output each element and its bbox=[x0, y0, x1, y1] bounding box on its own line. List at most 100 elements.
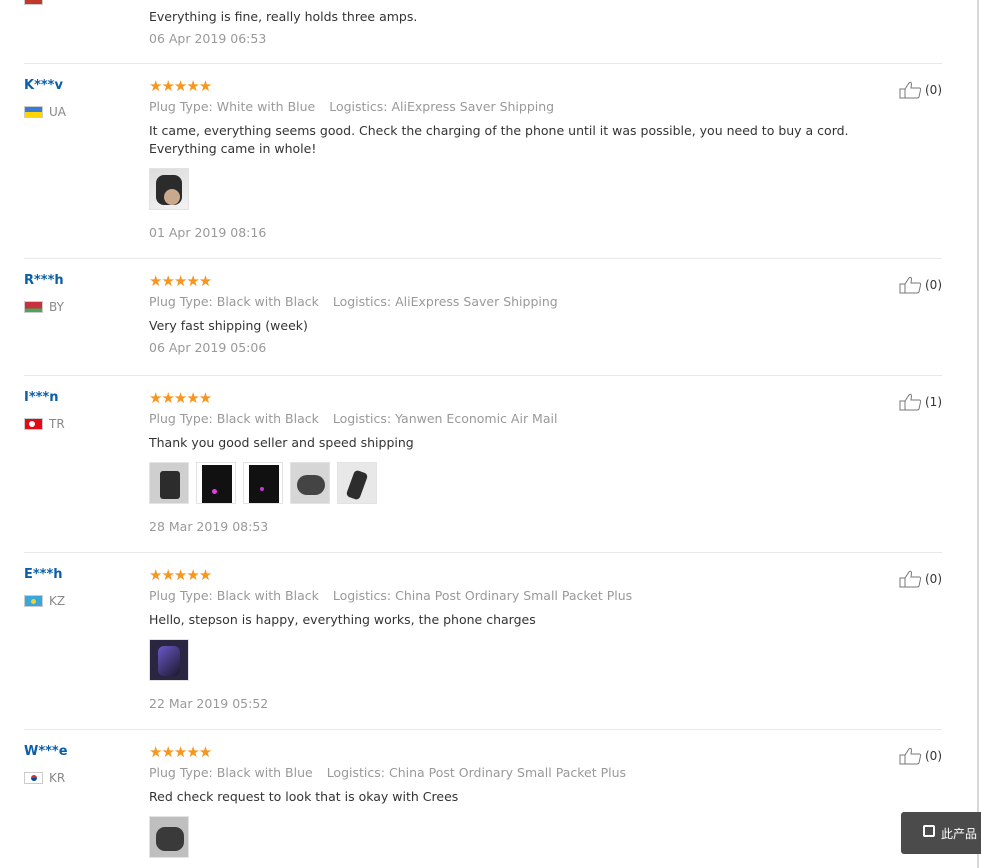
review-item: R***h BY ★★★★★ Plug Type: Black with Bla… bbox=[0, 259, 942, 376]
review-item: I***n TR ★★★★★ Plug Type: Black with Bla… bbox=[0, 376, 942, 553]
thumbs-up-icon bbox=[899, 570, 922, 588]
plug-type-value: Black with Black bbox=[216, 294, 319, 309]
rating-stars: ★★★★★ bbox=[149, 272, 212, 290]
rating-stars: ★★★★★ bbox=[149, 389, 212, 407]
review-photo[interactable] bbox=[243, 462, 283, 504]
review-text: Red check request to look that is okay w… bbox=[149, 789, 459, 804]
review-photo[interactable] bbox=[290, 462, 330, 504]
review-user-name[interactable]: I***n bbox=[24, 390, 59, 405]
review-country: KR bbox=[24, 771, 65, 785]
review-user-name[interactable]: E***h bbox=[24, 567, 63, 582]
rating-stars: ★★★★★ bbox=[149, 743, 212, 761]
review-country: KZ bbox=[24, 594, 65, 608]
review-photo[interactable] bbox=[149, 816, 189, 858]
page-edge bbox=[977, 0, 979, 868]
plug-type-value: Black with Black bbox=[216, 411, 319, 426]
review-text: It came, everything seems good. Check th… bbox=[149, 123, 849, 156]
review-country: TR bbox=[24, 417, 65, 431]
review-attributes: Plug Type: Black with Black Logistics: C… bbox=[149, 588, 902, 603]
plug-type-value: Black with Black bbox=[216, 588, 319, 603]
useful-button[interactable]: (0) bbox=[899, 570, 942, 588]
review-body: ★★★★★ Plug Type: Black with Blue Logisti… bbox=[149, 744, 902, 858]
review-date: 28 Mar 2019 08:53 bbox=[149, 519, 269, 534]
review-text: Very fast shipping (week) bbox=[149, 318, 308, 333]
review-country: UA bbox=[24, 105, 66, 119]
review-item: W***e KR ★★★★★ Plug Type: Black with Blu… bbox=[0, 730, 942, 868]
review-photos bbox=[149, 168, 902, 210]
rating-stars: ★★★★★ bbox=[149, 566, 212, 584]
plug-type-label: Plug Type: bbox=[149, 99, 213, 114]
reviews-feed: Everything is fine, really holds three a… bbox=[0, 0, 981, 868]
useful-count: (0) bbox=[925, 749, 942, 763]
review-date: 06 Apr 2019 05:06 bbox=[149, 340, 267, 355]
floating-tab-label: 此产品 bbox=[941, 826, 978, 841]
plug-type-label: Plug Type: bbox=[149, 765, 213, 780]
review-photo[interactable] bbox=[149, 168, 189, 210]
flag-ua-icon bbox=[24, 106, 43, 118]
review-photo[interactable] bbox=[337, 462, 377, 504]
plug-type-value: Black with Blue bbox=[216, 765, 313, 780]
logistics-value: China Post Ordinary Small Packet Plus bbox=[395, 588, 633, 603]
review-user-name[interactable]: R***h bbox=[24, 273, 64, 288]
useful-button[interactable]: (0) bbox=[899, 747, 942, 765]
plug-type-label: Plug Type: bbox=[149, 411, 213, 426]
plug-type-label: Plug Type: bbox=[149, 294, 213, 309]
review-country: BY bbox=[24, 300, 64, 314]
review-photo[interactable] bbox=[196, 462, 236, 504]
useful-button[interactable]: (0) bbox=[899, 81, 942, 99]
review-item: K***v UA ★★★★★ Plug Type: White with Blu… bbox=[0, 64, 942, 259]
flag-icon bbox=[24, 0, 43, 5]
review-attributes: Plug Type: Black with Black Logistics: Y… bbox=[149, 411, 902, 426]
useful-button[interactable]: (0) bbox=[899, 276, 942, 294]
review-body: ★★★★★ Plug Type: Black with Black Logist… bbox=[149, 273, 902, 355]
review-text: Thank you good seller and speed shipping bbox=[149, 435, 414, 450]
review-photo[interactable] bbox=[149, 639, 189, 681]
flag-kz-icon bbox=[24, 595, 43, 607]
useful-count: (0) bbox=[925, 278, 942, 292]
logistics-label: Logistics: bbox=[326, 765, 385, 780]
logistics-label: Logistics: bbox=[332, 294, 392, 309]
review-photos bbox=[149, 462, 902, 504]
review-date: 06 Apr 2019 06:53 bbox=[149, 31, 267, 46]
review-text: Hello, stepson is happy, everything work… bbox=[149, 612, 536, 627]
thumbs-up-icon bbox=[899, 276, 922, 294]
country-code: BY bbox=[49, 300, 64, 314]
review-country bbox=[24, 0, 49, 5]
thumbs-up-icon bbox=[899, 393, 922, 411]
review-date: 22 Mar 2019 05:52 bbox=[149, 696, 269, 711]
review-text: Everything is fine, really holds three a… bbox=[149, 9, 418, 24]
chat-icon bbox=[923, 825, 935, 837]
logistics-value: AliExpress Saver Shipping bbox=[391, 99, 555, 114]
flag-tr-icon bbox=[24, 418, 43, 430]
review-user-name[interactable]: K***v bbox=[24, 78, 63, 93]
review-body: ★★★★★ Plug Type: Black with Black Logist… bbox=[149, 390, 902, 534]
thumbs-up-icon bbox=[899, 747, 922, 765]
logistics-value: China Post Ordinary Small Packet Plus bbox=[388, 765, 627, 780]
review-body: ★★★★★ Plug Type: White with Blue Logisti… bbox=[149, 78, 902, 240]
plug-type-label: Plug Type: bbox=[149, 588, 213, 603]
review-photos bbox=[149, 639, 902, 681]
useful-count: (0) bbox=[925, 83, 942, 97]
review-item: E***h KZ ★★★★★ Plug Type: Black with Bla… bbox=[0, 553, 942, 730]
review-attributes: Plug Type: Black with Blue Logistics: Ch… bbox=[149, 765, 902, 780]
review-photos bbox=[149, 816, 902, 858]
country-code: UA bbox=[49, 105, 66, 119]
useful-count: (1) bbox=[925, 395, 942, 409]
review-body: ★★★★★ Plug Type: Black with Black Logist… bbox=[149, 567, 902, 711]
review-attributes: Plug Type: White with Blue Logistics: Al… bbox=[149, 99, 902, 114]
logistics-label: Logistics: bbox=[332, 588, 392, 603]
logistics-value: Yanwen Economic Air Mail bbox=[395, 411, 558, 426]
review-photo[interactable] bbox=[149, 462, 189, 504]
country-code: TR bbox=[49, 417, 65, 431]
logistics-label: Logistics: bbox=[329, 99, 388, 114]
thumbs-up-icon bbox=[899, 81, 922, 99]
rating-stars: ★★★★★ bbox=[149, 77, 212, 95]
useful-count: (0) bbox=[925, 572, 942, 586]
review-date: 01 Apr 2019 08:16 bbox=[149, 225, 267, 240]
floating-product-tab[interactable]: 此产品 bbox=[901, 812, 981, 854]
review-body: Everything is fine, really holds three a… bbox=[149, 8, 902, 46]
review-user-name[interactable]: W***e bbox=[24, 744, 68, 759]
useful-button[interactable]: (1) bbox=[899, 393, 942, 411]
country-code: KZ bbox=[49, 594, 66, 608]
flag-by-icon bbox=[24, 301, 43, 313]
